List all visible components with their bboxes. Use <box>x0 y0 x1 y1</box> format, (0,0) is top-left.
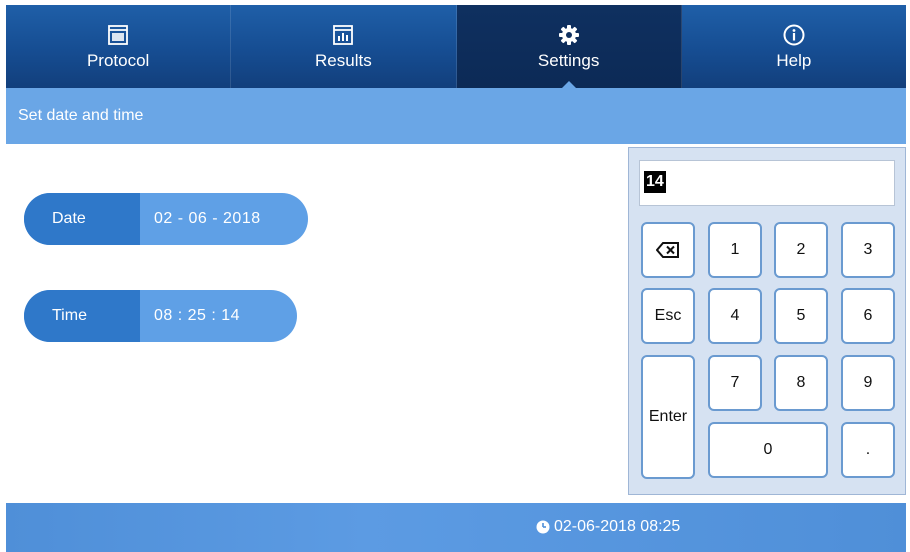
window-icon <box>108 24 129 45</box>
key-9[interactable]: 9 <box>841 355 895 411</box>
key-4[interactable]: 4 <box>708 288 762 344</box>
keypad-display: 14 <box>639 160 895 206</box>
time-value: 08 : 25 : 14 <box>154 307 241 324</box>
tab-label: Protocol <box>86 50 150 70</box>
tab-label: Help <box>776 50 812 70</box>
key-0[interactable]: 0 <box>708 422 828 478</box>
top-nav: Protocol Results Settings Help <box>6 5 906 89</box>
date-field[interactable]: Date 02 - 06 - 2018 <box>24 193 308 245</box>
bar-chart-icon <box>333 24 354 45</box>
tab-label: Settings <box>537 50 600 70</box>
key-2[interactable]: 2 <box>774 222 828 278</box>
key-3[interactable]: 3 <box>841 222 895 278</box>
clock-icon <box>536 520 550 534</box>
tab-settings[interactable]: Settings <box>456 5 682 89</box>
tab-help[interactable]: Help <box>682 5 906 88</box>
backspace-button[interactable] <box>641 222 695 278</box>
key-8[interactable]: 8 <box>774 355 828 411</box>
time-field[interactable]: Time 08 : 25 : 14 <box>24 290 297 342</box>
status-datetime-text: 02-06-2018 08:25 <box>554 518 681 535</box>
status-bar: 02-06-2018 08:25 <box>6 503 906 552</box>
key-dot[interactable]: . <box>841 422 895 478</box>
date-label: Date <box>24 193 140 245</box>
tab-results[interactable]: Results <box>231 5 457 88</box>
gear-icon <box>558 24 579 45</box>
key-5[interactable]: 5 <box>774 288 828 344</box>
key-6[interactable]: 6 <box>841 288 895 344</box>
enter-button[interactable]: Enter <box>641 355 695 479</box>
numeric-keypad: 14 1 2 3 Esc 4 5 6 Enter 7 8 9 0 . <box>628 147 906 495</box>
backspace-icon <box>656 242 679 258</box>
status-datetime: 02-06-2018 08:25 <box>536 518 680 536</box>
keypad-display-value: 14 <box>644 171 666 193</box>
time-label: Time <box>24 290 140 342</box>
date-value: 02 - 06 - 2018 <box>154 210 261 227</box>
page-title: Set date and time <box>6 88 906 144</box>
key-1[interactable]: 1 <box>708 222 762 278</box>
key-7[interactable]: 7 <box>708 355 762 411</box>
esc-button[interactable]: Esc <box>641 288 695 344</box>
tab-protocol[interactable]: Protocol <box>6 5 232 88</box>
info-icon <box>783 24 805 45</box>
tab-label: Results <box>315 50 372 70</box>
